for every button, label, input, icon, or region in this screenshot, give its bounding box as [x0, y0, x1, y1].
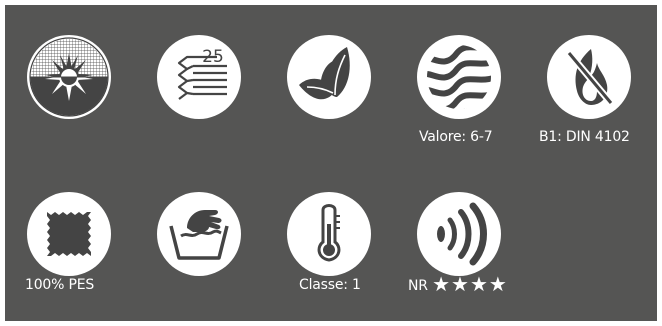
fabric-swatch-icon: [27, 192, 111, 276]
leaf-icon: [287, 35, 371, 119]
pleat-icon: 25: [157, 35, 241, 119]
thermometer-icon: [287, 192, 371, 276]
acoustic-label: NR: [408, 278, 428, 294]
pleat-count: 25: [202, 47, 224, 67]
star-rating: ★★★★: [432, 272, 508, 296]
thermal-caption: Classe: 1: [299, 277, 361, 293]
acoustic-caption: NR ★★★★: [408, 272, 508, 296]
sun-mesh-icon: [27, 35, 111, 119]
waves-icon: [417, 35, 501, 119]
sound-icon: [417, 192, 501, 276]
material-caption: 100% PES: [25, 277, 95, 293]
light-fastness-caption: Valore: 6-7: [419, 129, 493, 145]
fire-rating-caption: B1: DIN 4102: [539, 129, 630, 145]
fire-icon: [547, 35, 631, 119]
feature-panel: 25 Valore: 6-7 B1: DIN 4102 100% PES Cla…: [5, 5, 657, 321]
hand-wash-icon: [157, 192, 241, 276]
